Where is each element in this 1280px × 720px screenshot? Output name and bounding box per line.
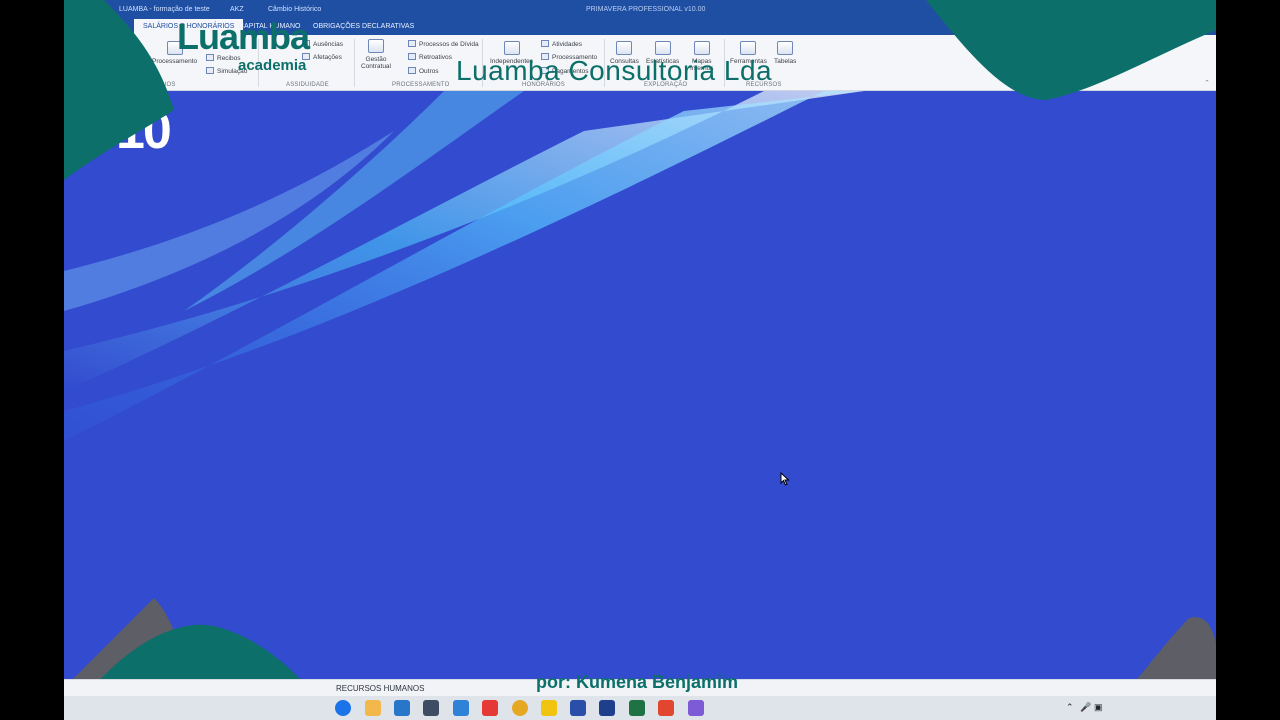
microphone-icon[interactable]: 🎤 [1080,702,1091,713]
gestao-contratual-button[interactable]: Gestão Contratual [361,39,391,70]
network-icon[interactable]: ▣ [1094,702,1103,713]
tabelas-button[interactable]: Tabelas [774,41,796,65]
calculator-icon [206,67,214,74]
watermark-brand: Luamba [177,16,310,57]
exchange-selector[interactable]: Câmbio Histórico [268,6,321,13]
corner-shape-top-right [926,0,1216,100]
currency-selector[interactable]: AKZ [230,6,244,13]
chart-icon [654,41,671,55]
anydesk-icon[interactable] [482,700,498,716]
group-processamento: PROCESSAMENTO [392,82,450,88]
module-label[interactable]: RECURSOS HUMANOS [336,684,424,693]
group-assiduidade: ASSIDUIDADE [286,82,329,88]
activity-icon [541,40,549,47]
more-icon [408,67,416,74]
person-icon [503,41,520,55]
excel-icon[interactable] [629,700,645,716]
mail-icon[interactable] [453,700,469,716]
camtasia-icon[interactable] [658,700,674,716]
vscode-icon[interactable] [394,700,410,716]
notes-icon[interactable] [541,700,557,716]
atividades-button[interactable]: Atividades [541,40,582,48]
retroativos-button[interactable]: Retroativos [408,53,452,61]
edge-icon[interactable] [335,700,351,716]
history-icon [408,53,416,60]
contract-icon [368,39,384,53]
taskbar: ⌃ 🎤 ▣ [64,696,1216,720]
store-icon[interactable] [423,700,439,716]
tools-icon [740,41,757,55]
watermark-company: Luamba Consultoria Lda [456,55,773,86]
primavera-v10-icon[interactable] [599,700,615,716]
watermark-author: por: Kumena Benjamim [536,672,739,692]
processos-divida-button[interactable]: Processos de Dívida [408,40,479,48]
outros-button[interactable]: Outros [408,67,439,75]
primavera-icon[interactable] [570,700,586,716]
watermark-subtitle: academia [238,57,307,74]
report-icon [693,41,710,55]
search-icon [616,41,633,55]
debt-icon [408,40,416,47]
window-title: PRIMAVERA PROFESSIONAL v10.00 [586,6,706,13]
corner-shape-top-left [64,0,174,180]
table-icon [777,41,794,55]
tray-chevron-icon[interactable]: ⌃ [1066,702,1074,713]
mouse-cursor-icon [780,472,790,486]
desktop-wallpaper [64,91,864,441]
folder-icon[interactable] [365,700,381,716]
pen-icon[interactable] [688,700,704,716]
screen: 10 LUAMBA - formação de teste AKZ Câmbio… [64,0,1216,720]
chrome-icon[interactable] [512,700,528,716]
tab-obrigacoes[interactable]: OBRIGAÇÕES DECLARATIVAS [304,19,423,35]
